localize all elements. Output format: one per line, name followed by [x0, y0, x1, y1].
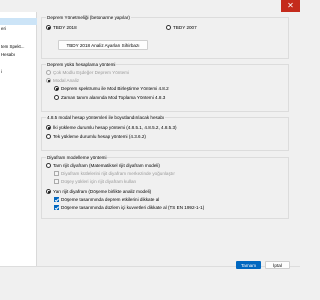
modal-radio[interactable] — [46, 78, 51, 83]
two-direction-radio[interactable] — [46, 125, 51, 130]
consider-slab-option[interactable]: Döşeme tasarımında deprem etkilerini dik… — [54, 196, 159, 203]
multi-mode-radio[interactable] — [46, 70, 51, 75]
nav-item-2[interactable]: eri — [0, 25, 37, 32]
diaphragm-title: Diyafram modelleme yöntemi — [46, 155, 108, 160]
settings-window: ✕ eri tem Spekt... Hesabı i Deprem Yönet… — [0, 0, 300, 300]
cancel-button[interactable]: İptal — [265, 261, 290, 269]
analysis-wizard-button[interactable]: TBDY 2018 Analiz Ayarları Sihirbazı — [58, 40, 148, 50]
mode-combination-radio[interactable] — [54, 86, 59, 91]
rigid-edge-checkbox[interactable] — [54, 171, 59, 176]
tbdy2007-radio[interactable] — [166, 25, 171, 30]
load-method-title: Deprem yükü hesaplama yöntemi — [46, 62, 117, 67]
tbdy2007-option[interactable]: TBDY 2007 — [166, 24, 197, 31]
consider-slab-checkbox[interactable] — [54, 197, 59, 202]
tbdy2018-radio[interactable] — [46, 25, 51, 30]
modal-option[interactable]: Modal Analiz — [46, 77, 79, 84]
rigid-vertical-checkbox[interactable] — [54, 179, 59, 184]
footer-bar — [0, 266, 300, 300]
time-domain-radio[interactable] — [54, 95, 59, 100]
rigid-vertical-option[interactable]: Düşey yükleri için rijit diyafram kullan — [54, 178, 136, 185]
combination-group: 4.8.5 modal hesap yöntemleri ile boyutla… — [41, 115, 289, 151]
mode-combination-option[interactable]: Deprem spektrumu ile Mod Birleştirme Yön… — [54, 85, 169, 92]
code-group-title: Deprem Yönetmeliği (betonarme yapılar) — [46, 15, 131, 20]
slab-plane-checkbox[interactable] — [54, 205, 59, 210]
slab-plane-option[interactable]: Döşeme tasarımında düzlem içi kuvvetleri… — [54, 204, 204, 211]
two-direction-option[interactable]: İki yükleme durumlu hesap yöntemi (4.8.5… — [46, 124, 177, 131]
close-icon[interactable]: ✕ — [281, 0, 300, 12]
load-method-group: Deprem yükü hesaplama yöntemi Çok Modlu … — [41, 62, 289, 112]
one-direction-radio[interactable] — [46, 134, 51, 139]
semi-rigid-radio[interactable] — [46, 189, 51, 194]
nav-item-3[interactable]: tem Spekt... — [0, 43, 37, 50]
content-area: Deprem Yönetmeliği (betonarme yapılar) T… — [37, 12, 300, 266]
code-group: Deprem Yönetmeliği (betonarme yapılar) T… — [41, 15, 289, 59]
nav-item-active[interactable] — [0, 18, 37, 25]
nav-panel: eri tem Spekt... Hesabı i — [0, 12, 37, 266]
nav-item-5[interactable]: i — [0, 68, 37, 75]
combination-title: 4.8.5 modal hesap yöntemleri ile boyutla… — [46, 115, 166, 120]
rigid-edge-option[interactable]: Diyafram kütlelerini rijit diyafram merk… — [54, 170, 175, 177]
diaphragm-group: Diyafram modelleme yöntemi Tam rijit diy… — [41, 155, 289, 219]
ok-button[interactable]: Tamam — [236, 261, 261, 269]
tbdy2018-option[interactable]: TBDY 2018 — [46, 24, 77, 31]
nav-item-4[interactable]: Hesabı — [0, 51, 37, 58]
semi-rigid-option[interactable]: Yarı rijit diyafram (Döşeme birlikte ana… — [46, 188, 151, 195]
rigid-diaphragm-option[interactable]: Tam rijit diyafram (Matematiksel rijit d… — [46, 162, 160, 169]
one-direction-option[interactable]: Tek yükleme durumlu hesap yöntemi (4.3.6… — [46, 133, 146, 140]
time-domain-option[interactable]: Zaman tanım alanında Mod Toplama Yöntemi… — [54, 94, 165, 101]
multi-mode-option[interactable]: Çok Modlu Eşdeğer Deprem Yöntemi — [46, 69, 129, 76]
rigid-diaphragm-radio[interactable] — [46, 163, 51, 168]
